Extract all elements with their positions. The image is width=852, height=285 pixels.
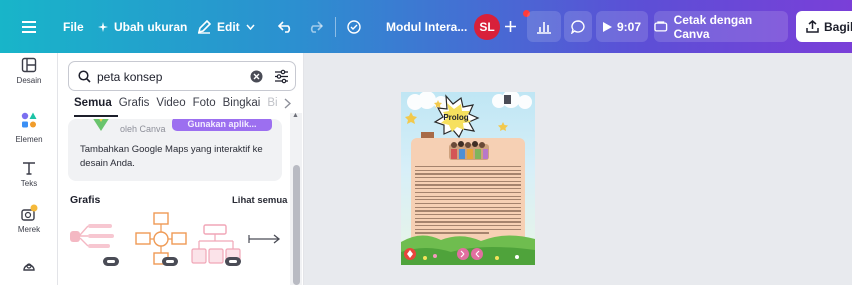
add-collaborator-button[interactable]	[505, 0, 516, 53]
rail-item-apps[interactable]	[0, 258, 58, 274]
active-tab-underline	[74, 115, 118, 117]
app-card[interactable]: oleh Canva Gunakan aplik... Tambahkan Go…	[68, 119, 282, 181]
search-input[interactable]: peta konsep	[97, 70, 162, 84]
apps-icon	[23, 263, 35, 271]
timer-label: 9:07	[616, 19, 642, 34]
pro-badge	[103, 257, 119, 266]
tab-overflow[interactable]: Bi	[267, 97, 277, 115]
print-with-canva-button[interactable]: Cetak dengan Canva	[654, 11, 788, 42]
search-box[interactable]: peta konsep	[68, 61, 296, 91]
hamburger-menu-icon	[22, 20, 36, 33]
save-status-button[interactable]	[346, 0, 362, 53]
page-body-text	[415, 166, 521, 236]
resize-button[interactable]: Ubah ukuran	[98, 0, 187, 53]
file-menu[interactable]: File	[63, 0, 84, 53]
scroll-up-arrow-icon[interactable]: ▲	[292, 112, 299, 119]
document-title-label: Modul Intera...	[386, 19, 468, 34]
filter-icon[interactable]	[274, 69, 289, 84]
truck-icon	[654, 20, 668, 32]
rail-item-brand[interactable]: Merek	[0, 204, 58, 234]
menu-button[interactable]	[22, 0, 36, 53]
pro-badge	[162, 257, 178, 266]
chevron-down-icon	[246, 24, 255, 30]
rail-label-design: Desain	[16, 76, 42, 85]
avatar[interactable]: SL	[474, 14, 500, 40]
edit-label: Edit	[217, 19, 240, 34]
page-title: Prolog	[443, 113, 468, 122]
elements-panel: peta konsep Semua Grafis Video Foto Bing…	[58, 53, 304, 285]
bar-chart-icon	[537, 21, 551, 34]
redo-button[interactable]	[308, 0, 323, 53]
pencil-icon	[197, 19, 211, 34]
panel-scrollbar-thumb[interactable]	[293, 165, 300, 285]
sparkle-icon	[98, 21, 108, 32]
page-preview[interactable]: Prolog	[401, 92, 535, 265]
rail-label-elements: Elemen	[15, 135, 43, 144]
brand-icon	[21, 204, 38, 221]
present-button[interactable]: 9:07	[596, 11, 648, 42]
tab-video[interactable]: Video	[156, 97, 185, 115]
graphics-section-title: Grafis	[70, 194, 101, 206]
elements-icon	[21, 112, 37, 128]
side-rail: Desain Elemen Teks Merek	[0, 53, 58, 285]
rail-label-brand: Merek	[17, 225, 41, 234]
clear-search-icon[interactable]	[250, 70, 263, 83]
print-label: Cetak dengan Canva	[673, 12, 753, 41]
app-description: Tambahkan Google Maps yang interaktif ke…	[80, 144, 263, 169]
file-menu-label: File	[63, 19, 84, 34]
rail-item-text[interactable]: Teks	[0, 160, 58, 188]
undo-icon	[278, 20, 291, 33]
graphic-thumbnail-4[interactable]	[248, 231, 282, 247]
app-by-line: oleh Canva	[120, 124, 166, 134]
pro-badge	[225, 257, 241, 266]
editor-canvas[interactable]	[305, 53, 852, 285]
upload-icon	[806, 20, 819, 33]
use-app-button[interactable]: Gunakan aplik...	[172, 119, 272, 131]
tab-graphics[interactable]: Grafis	[119, 97, 150, 115]
tab-frames[interactable]: Bingkai	[223, 97, 261, 115]
resize-label: Ubah ukuran	[114, 19, 188, 34]
see-all-link[interactable]: Lihat semua	[232, 195, 287, 206]
maps-logo-icon	[93, 119, 109, 131]
elements-icon-box	[17, 108, 41, 132]
rail-item-elements[interactable]: Elemen	[0, 108, 58, 144]
layout-icon	[21, 57, 37, 73]
filter-tabs: Semua Grafis Video Foto Bingkai Bi	[74, 97, 278, 115]
search-icon	[78, 70, 91, 83]
graphic-thumbnail-1[interactable]	[68, 213, 134, 269]
rail-label-text: Teks	[20, 179, 38, 188]
graphic-thumbnail-2[interactable]	[134, 209, 188, 269]
redo-icon	[310, 20, 323, 33]
comments-button[interactable]	[564, 11, 592, 42]
rail-item-design[interactable]: Desain	[0, 57, 58, 85]
text-icon	[23, 162, 35, 175]
edit-menu[interactable]: Edit	[197, 0, 255, 53]
chevron-right-icon	[284, 98, 292, 109]
share-button[interactable]: Bagika	[796, 11, 852, 42]
insights-button[interactable]	[527, 11, 561, 42]
comment-icon	[571, 19, 585, 34]
tab-photo[interactable]: Foto	[193, 97, 216, 115]
cloud-check-icon	[347, 19, 361, 34]
share-label: Bagika	[824, 19, 852, 34]
tab-all[interactable]: Semua	[74, 97, 112, 115]
editor-toolbar: File Ubah ukuran Edit Modul Intera... SL…	[0, 0, 852, 53]
toolbar-divider	[335, 17, 336, 37]
plus-icon	[505, 21, 516, 32]
play-icon	[602, 21, 612, 32]
document-title[interactable]: Modul Intera...	[386, 0, 467, 53]
undo-button[interactable]	[278, 0, 293, 53]
